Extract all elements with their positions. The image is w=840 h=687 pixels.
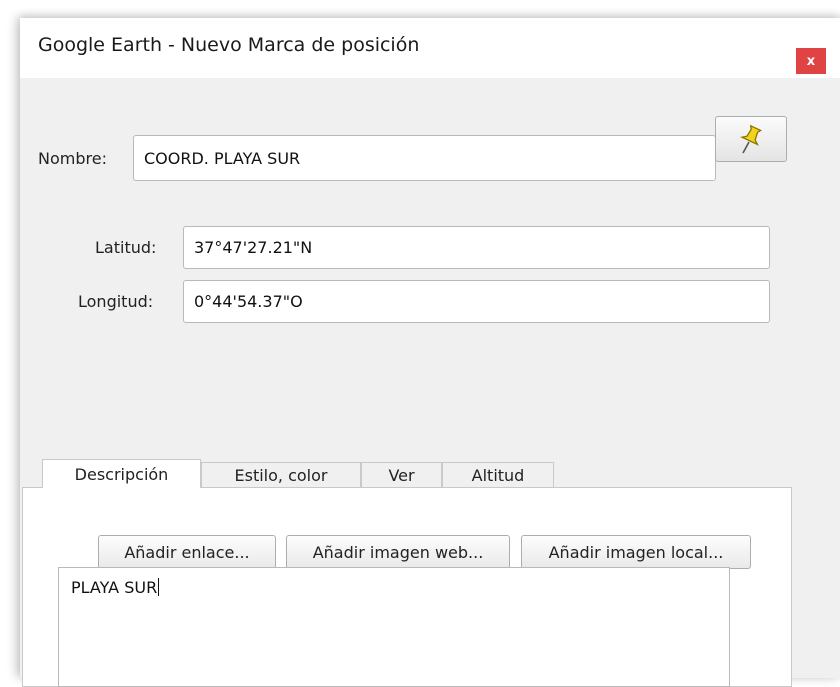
description-textarea[interactable]: PLAYA SUR [58, 567, 730, 687]
add-web-image-label: Añadir imagen web... [312, 542, 484, 562]
latitude-field-value: 37°47'27.21"N [194, 238, 313, 257]
close-button[interactable]: x [796, 48, 826, 74]
tab-label: Estilo, color [234, 465, 328, 485]
add-web-image-button[interactable]: Añadir imagen web... [286, 535, 510, 569]
add-link-label: Añadir enlace... [124, 542, 250, 562]
description-text: PLAYA SUR [71, 578, 158, 597]
name-field-value: COORD. PLAYA SUR [144, 148, 301, 168]
window-title: Google Earth - Nuevo Marca de posición [38, 34, 420, 56]
tab-altitud[interactable]: Altitud [442, 462, 554, 487]
longitude-field[interactable]: 0°44'54.37"O [183, 280, 770, 323]
latitude-field[interactable]: 37°47'27.21"N [183, 226, 770, 269]
tab-estilo-color[interactable]: Estilo, color [201, 462, 361, 487]
name-label: Nombre: [38, 149, 107, 168]
longitude-label: Longitud: [78, 292, 154, 311]
add-local-image-button[interactable]: Añadir imagen local... [521, 535, 751, 569]
longitude-field-value: 0°44'54.37"O [194, 292, 303, 311]
tab-label: Descripción [74, 464, 169, 484]
text-caret [158, 578, 160, 596]
close-icon: x [806, 53, 816, 69]
title-bar[interactable]: Google Earth - Nuevo Marca de posición x [20, 18, 840, 78]
tab-descripcion[interactable]: Descripción [42, 459, 201, 488]
name-field[interactable]: COORD. PLAYA SUR [133, 135, 716, 181]
placemark-icon-button[interactable] [715, 116, 787, 162]
tab-label: Altitud [471, 465, 525, 485]
pushpin-icon [740, 124, 763, 154]
add-link-button[interactable]: Añadir enlace... [98, 535, 276, 569]
tab-label: Ver [388, 465, 415, 485]
add-local-image-label: Añadir imagen local... [548, 542, 724, 562]
tab-ver[interactable]: Ver [361, 462, 442, 487]
latitude-label: Latitud: [95, 238, 157, 257]
